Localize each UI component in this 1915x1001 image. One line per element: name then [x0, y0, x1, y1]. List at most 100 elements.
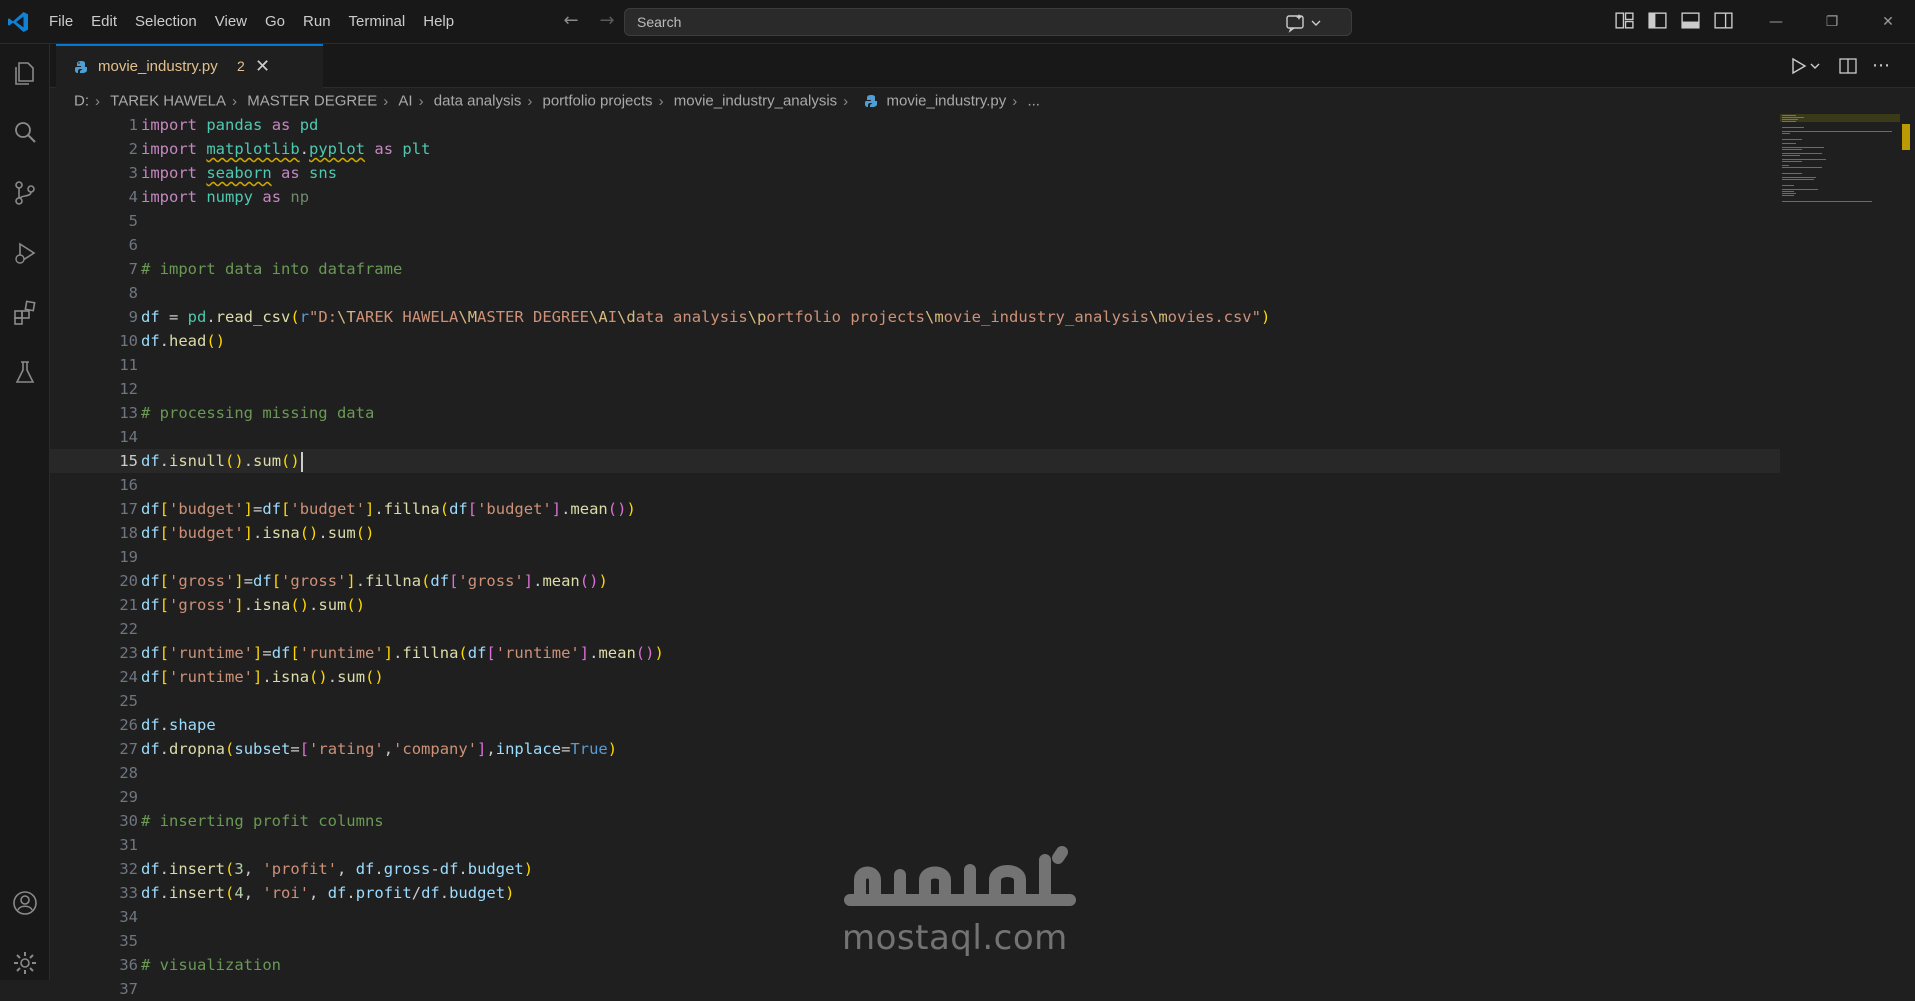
code-line[interactable]: 9 df = pd.read_csv(r"D:\TAREK HAWELA\MAST… [50, 305, 1780, 329]
code-line[interactable]: 12 [50, 377, 1780, 401]
line-number: 22 [119, 620, 138, 638]
chevron-right-icon: › [527, 92, 533, 110]
code-text: df['runtime']=df['runtime'].fillna(df['r… [141, 644, 664, 662]
code-line[interactable]: 24 df['runtime'].isna().sum() [50, 665, 1780, 689]
code-line[interactable]: 1 import pandas as pd [50, 113, 1780, 137]
code-line[interactable]: 23 df['runtime']=df['runtime'].fillna(df[… [50, 641, 1780, 665]
code-text: df['gross'].isna().sum() [141, 596, 366, 614]
extensions-icon[interactable] [10, 298, 40, 328]
code-text: import numpy as np [141, 188, 310, 206]
code-line[interactable]: 26 df.shape [50, 713, 1780, 737]
line-number: 24 [119, 668, 138, 686]
code-text: # import data into dataframe [141, 260, 403, 278]
activity-bar [0, 44, 50, 980]
code-text: # visualization [141, 956, 281, 974]
copilot-chat-icon[interactable] [1285, 13, 1325, 33]
menu-view[interactable]: View [206, 0, 256, 44]
code-line[interactable]: 17 df['budget']=df['budget'].fillna(df['b… [50, 497, 1780, 521]
breadcrumb-drive[interactable]: D: [74, 93, 89, 110]
line-number: 4 [128, 188, 138, 206]
code-text: import matplotlib.pyplot as plt [141, 140, 431, 158]
back-arrow-icon[interactable]: ← [560, 10, 582, 32]
line-number: 7 [128, 260, 138, 278]
breadcrumb-file[interactable]: movie_industry.py [887, 93, 1007, 110]
code-line[interactable]: 16 [50, 473, 1780, 497]
toggle-panel-icon[interactable] [1680, 10, 1701, 31]
menu-run[interactable]: Run [294, 0, 340, 44]
python-file-icon [865, 95, 878, 108]
code-line[interactable]: 4 import numpy as np [50, 185, 1780, 209]
code-line[interactable]: 30 # inserting profit columns [50, 809, 1780, 833]
restore-icon[interactable]: ❐ [1804, 8, 1860, 36]
breadcrumb-folder[interactable]: MASTER DEGREE [247, 93, 377, 110]
code-line[interactable]: 20 df['gross']=df['gross'].fillna(df['gro… [50, 569, 1780, 593]
breadcrumb-folder[interactable]: data analysis [434, 93, 522, 110]
code-line[interactable]: 27 df.dropna(subset=['rating','company'],… [50, 737, 1780, 761]
forward-arrow-icon[interactable]: → [596, 10, 618, 32]
code-line[interactable]: 6 [50, 233, 1780, 257]
more-actions-icon[interactable]: ⋯ [1872, 56, 1890, 76]
breadcrumb-folder[interactable]: AI [398, 93, 412, 110]
customize-layout-icon[interactable] [1614, 10, 1635, 31]
breadcrumb-folder[interactable]: movie_industry_analysis [674, 93, 837, 110]
code-line[interactable]: 2 import matplotlib.pyplot as plt [50, 137, 1780, 161]
vertical-scrollbar[interactable] [1900, 114, 1915, 980]
menu-terminal[interactable]: Terminal [340, 0, 415, 44]
toggle-secondary-sidebar-icon[interactable] [1713, 10, 1734, 31]
code-line[interactable]: 19 [50, 545, 1780, 569]
run-python-file-icon[interactable] [1790, 56, 1824, 76]
split-editor-icon[interactable] [1838, 56, 1858, 76]
code-line[interactable]: 3 import seaborn as sns [50, 161, 1780, 185]
tab-movie-industry[interactable]: movie_industry.py 2 ✕ [56, 44, 323, 88]
code-line[interactable]: 7 # import data into dataframe [50, 257, 1780, 281]
code-line[interactable]: 14 [50, 425, 1780, 449]
close-window-icon[interactable]: ✕ [1860, 8, 1915, 36]
breadcrumb-folder[interactable]: portfolio projects [543, 93, 653, 110]
breadcrumb-symbol[interactable]: ... [1027, 93, 1040, 110]
code-line[interactable]: 21 df['gross'].isna().sum() [50, 593, 1780, 617]
menu-file[interactable]: File [40, 0, 82, 44]
code-line[interactable]: 28 [50, 761, 1780, 785]
code-line[interactable]: 18 df['budget'].isna().sum() [50, 521, 1780, 545]
line-number: 27 [119, 740, 138, 758]
line-number: 11 [119, 356, 138, 374]
explorer-icon[interactable] [10, 58, 40, 88]
code-line[interactable]: 25 [50, 689, 1780, 713]
code-line[interactable]: 10 df.head() [50, 329, 1780, 353]
code-line[interactable]: 37 [50, 977, 1780, 1001]
code-text: df['budget']=df['budget'].fillna(df['bud… [141, 500, 636, 518]
code-line[interactable]: 13 # processing missing data [50, 401, 1780, 425]
code-line-current[interactable]: 15 df.isnull().sum() [50, 449, 1780, 473]
code-line[interactable]: 5 [50, 209, 1780, 233]
account-icon[interactable] [10, 888, 40, 918]
run-and-debug-icon[interactable] [10, 238, 40, 268]
code-line[interactable]: 11 [50, 353, 1780, 377]
command-center-search[interactable]: Search [624, 8, 1352, 36]
line-number: 29 [119, 788, 138, 806]
search-icon[interactable] [10, 118, 40, 148]
menu-help[interactable]: Help [414, 0, 463, 44]
search-placeholder: Search [637, 14, 682, 30]
text-cursor [300, 451, 303, 472]
line-number: 18 [119, 524, 138, 542]
menu-edit[interactable]: Edit [82, 0, 126, 44]
line-number: 1 [128, 116, 138, 134]
testing-icon[interactable] [10, 358, 40, 388]
menu-selection[interactable]: Selection [126, 0, 206, 44]
breadcrumb-folder[interactable]: TAREK HAWELA [110, 93, 226, 110]
line-number: 32 [119, 860, 138, 878]
code-line[interactable]: 29 [50, 785, 1780, 809]
line-number: 19 [119, 548, 138, 566]
minimize-icon[interactable]: — [1748, 8, 1804, 36]
chevron-right-icon: › [658, 92, 664, 110]
chevron-right-icon: › [1012, 92, 1018, 110]
source-control-icon[interactable] [10, 178, 40, 208]
code-line[interactable]: 22 [50, 617, 1780, 641]
minimap[interactable] [1780, 114, 1900, 234]
close-tab-icon[interactable]: ✕ [255, 56, 270, 77]
code-line[interactable]: 8 [50, 281, 1780, 305]
menu-go[interactable]: Go [256, 0, 294, 44]
layout-controls [1614, 10, 1734, 31]
settings-gear-icon[interactable] [10, 948, 40, 978]
toggle-primary-sidebar-icon[interactable] [1647, 10, 1668, 31]
